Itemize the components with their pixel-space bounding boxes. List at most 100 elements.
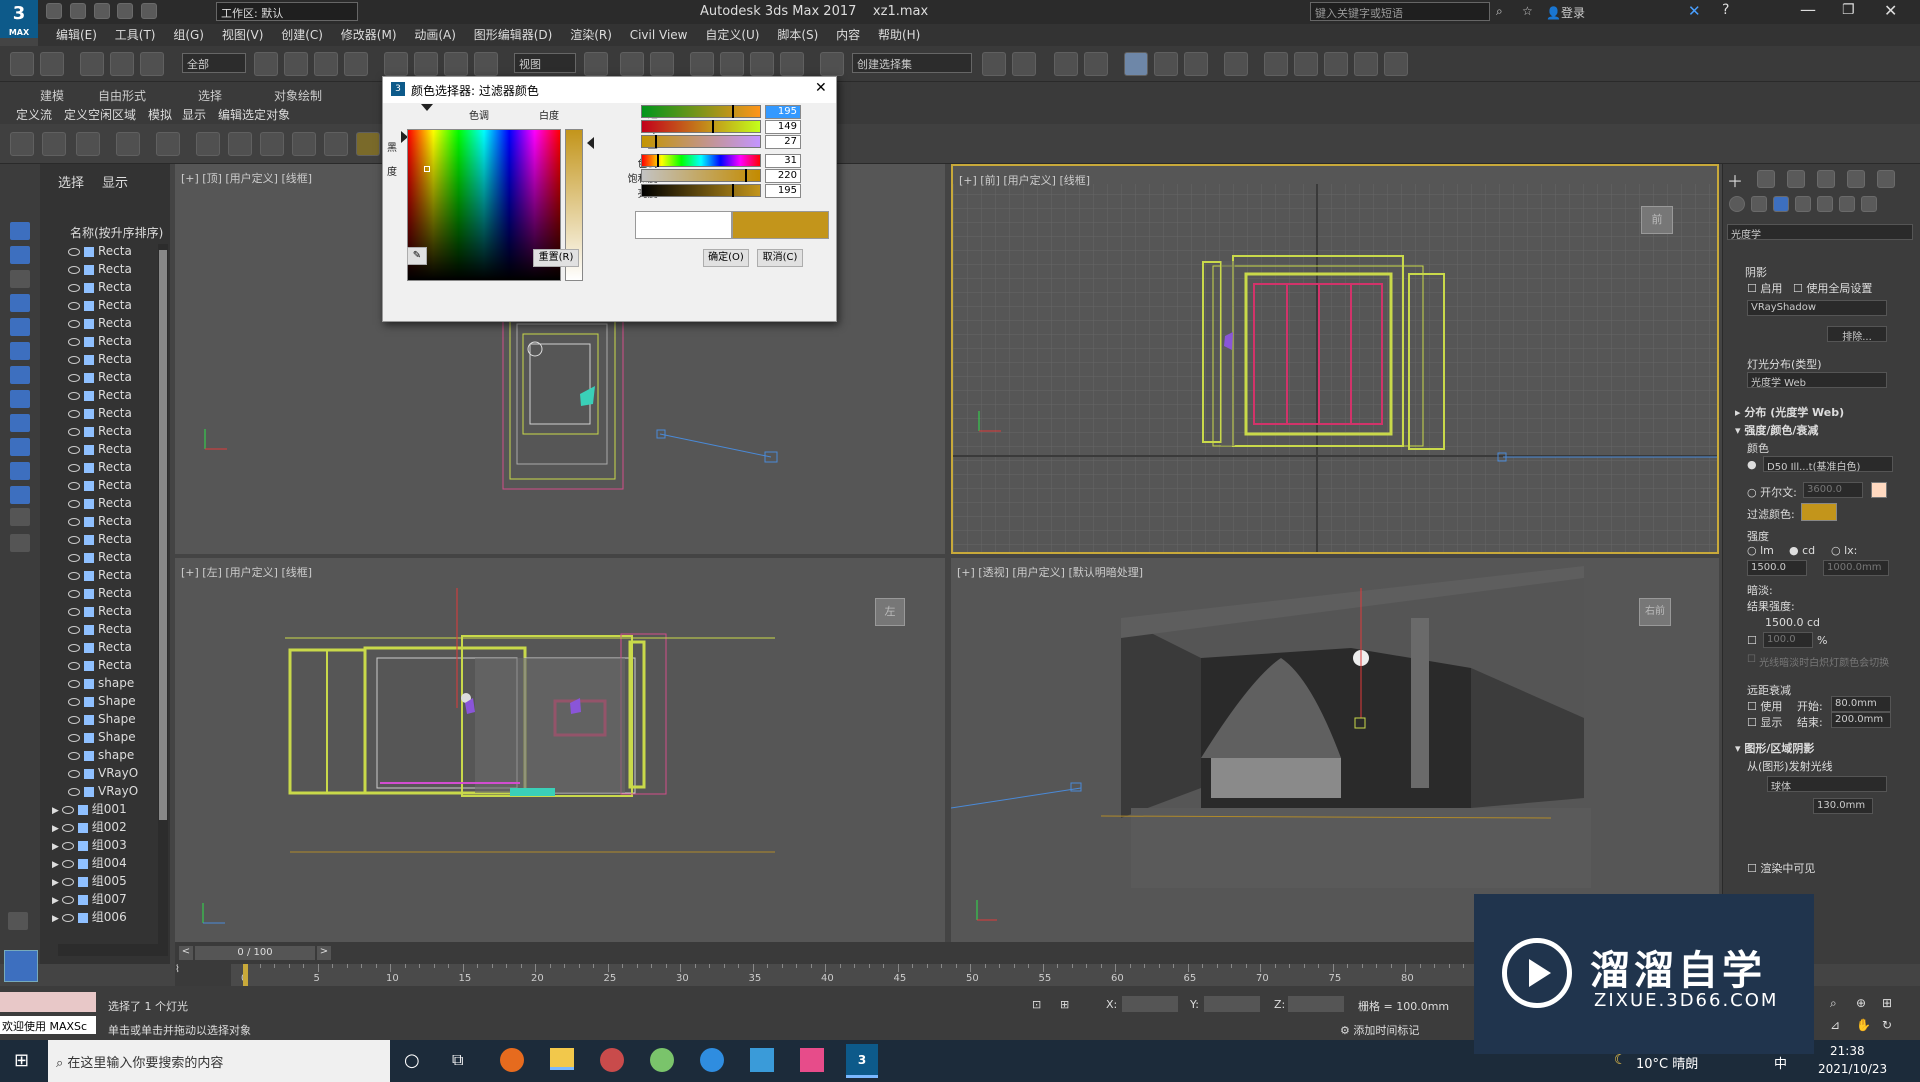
ribbon-sub-define-flow[interactable]: 定义流 xyxy=(16,106,52,123)
scene-list-item[interactable]: Recta xyxy=(68,458,132,476)
menu-group[interactable]: 组(G) xyxy=(173,24,204,46)
filter-color-swatch[interactable] xyxy=(1801,503,1837,521)
minimize-button[interactable]: — xyxy=(1800,0,1816,19)
visibility-eye-icon[interactable] xyxy=(68,679,80,688)
visibility-eye-icon[interactable] xyxy=(61,823,74,832)
menu-create[interactable]: 创建(C) xyxy=(281,24,323,46)
scene-list-item[interactable]: ▶ 组007 xyxy=(52,890,127,908)
move-icon[interactable] xyxy=(384,52,408,76)
menu-modifiers[interactable]: 修改器(M) xyxy=(341,24,397,46)
select-by-name-icon[interactable] xyxy=(284,52,308,76)
green-input[interactable]: 149 xyxy=(765,120,801,134)
selection-filter-dropdown[interactable]: 全部 xyxy=(182,53,246,73)
visibility-eye-icon[interactable] xyxy=(68,283,80,292)
visibility-eye-icon[interactable] xyxy=(68,463,80,472)
expand-group-icon[interactable]: ▶ xyxy=(52,806,62,816)
spacewarp-filter-icon[interactable] xyxy=(10,342,30,360)
expand-group-icon[interactable]: ▶ xyxy=(52,914,62,924)
shadow-enable-checkbox[interactable]: ☐ 启用 xyxy=(1747,280,1782,296)
visibility-eye-icon[interactable] xyxy=(68,787,80,796)
visibility-eye-icon[interactable] xyxy=(68,769,80,778)
cancel-button[interactable]: 取消(C) xyxy=(757,249,803,267)
dim-checkbox[interactable]: ☐ xyxy=(1747,634,1757,647)
maxscript-listener[interactable] xyxy=(0,992,96,1012)
visibility-eye-icon[interactable] xyxy=(61,805,74,814)
redo-icon[interactable] xyxy=(141,3,158,19)
scene-list-item[interactable]: Recta xyxy=(68,278,132,296)
end-input[interactable]: 200.0mm xyxy=(1831,712,1891,728)
undo-icon[interactable] xyxy=(117,3,134,19)
visibility-eye-icon[interactable] xyxy=(61,859,74,868)
dim-percent-input[interactable]: 100.0 xyxy=(1763,632,1813,648)
lx-distance-input[interactable]: 1000.0mm xyxy=(1823,560,1889,576)
ribbon-sub-define-idle[interactable]: 定义空闲区域 xyxy=(64,106,136,123)
curve-toggle-icon[interactable]: ⌇ xyxy=(175,964,189,978)
value-slider[interactable] xyxy=(641,184,761,197)
time-slider[interactable]: 0 / 100 xyxy=(195,946,315,960)
scene-list-item[interactable]: Recta xyxy=(68,314,132,332)
cloud-icon[interactable] xyxy=(42,132,66,156)
value-slider-thumb[interactable] xyxy=(732,184,734,197)
scene-list-item[interactable]: ▶ 组003 xyxy=(52,836,127,854)
menu-rendering[interactable]: 渲染(R) xyxy=(570,24,612,46)
eyedropper-icon[interactable]: ✎ xyxy=(407,247,427,265)
scene-list-item[interactable]: Recta xyxy=(68,368,132,386)
visibility-eye-icon[interactable] xyxy=(68,625,80,634)
rendered-frame-icon[interactable] xyxy=(1294,52,1318,76)
rotate-icon[interactable] xyxy=(414,52,438,76)
scene-list-item[interactable]: Shape xyxy=(68,710,136,728)
lights-icon[interactable] xyxy=(1773,196,1789,212)
emit-shape-dropdown[interactable]: 球体 xyxy=(1767,776,1887,793)
light-filter-icon[interactable] xyxy=(10,270,30,288)
visibility-eye-icon[interactable] xyxy=(61,877,74,886)
picture-icon[interactable] xyxy=(76,132,100,156)
clock-time[interactable]: 21:38 xyxy=(1830,1044,1865,1058)
angle-snap-icon[interactable] xyxy=(720,52,744,76)
ref-coord-dropdown[interactable]: 视图 xyxy=(514,53,576,73)
visibility-eye-icon[interactable] xyxy=(68,733,80,742)
expand-arrow-icon[interactable] xyxy=(8,912,28,930)
sphere-icon[interactable] xyxy=(260,132,284,156)
scene-list-item[interactable]: ▶ 组006 xyxy=(52,908,127,926)
visibility-eye-icon[interactable] xyxy=(68,607,80,616)
zoom-all-icon[interactable]: ⊕ xyxy=(1856,996,1866,1010)
frozen-filter-icon[interactable] xyxy=(10,462,30,480)
render-iterative-icon[interactable] xyxy=(1354,52,1378,76)
scene-list-item[interactable]: ▶ 组004 xyxy=(52,854,127,872)
blue-slider[interactable] xyxy=(641,135,761,148)
help-icon[interactable]: ? xyxy=(1722,2,1729,18)
filter-icon[interactable] xyxy=(10,534,30,552)
scene-list-item[interactable]: Recta xyxy=(68,404,132,422)
shadow-type-dropdown[interactable]: VRayShadow xyxy=(1747,300,1887,316)
render-production-icon[interactable] xyxy=(1324,52,1348,76)
keyboard-shortcut-icon[interactable] xyxy=(650,52,674,76)
scene-list-item[interactable]: shape xyxy=(68,746,134,764)
menu-civil-view[interactable]: Civil View xyxy=(630,24,688,46)
star-icon[interactable]: ☆ xyxy=(1522,4,1533,18)
ribbon-toggle-icon[interactable] xyxy=(1124,52,1148,76)
scene-list-item[interactable]: Shape xyxy=(68,692,136,710)
x-coord-input[interactable] xyxy=(1122,996,1178,1012)
radius-input[interactable]: 130.0mm xyxy=(1813,798,1873,814)
app-icon-1[interactable] xyxy=(600,1048,624,1072)
geometry-filter-icon[interactable] xyxy=(10,246,30,264)
firefox-icon[interactable] xyxy=(500,1048,524,1072)
scene-scrollbar[interactable] xyxy=(158,244,168,944)
expand-group-icon[interactable]: ▶ xyxy=(52,896,62,906)
visibility-eye-icon[interactable] xyxy=(61,841,74,850)
blue-slider-thumb[interactable] xyxy=(655,135,657,148)
visibility-eye-icon[interactable] xyxy=(68,661,80,670)
start-input[interactable]: 80.0mm xyxy=(1831,696,1891,712)
viewport-perspective[interactable]: [+] [透视] [用户定义] [默认明暗处理] 右前 xyxy=(951,558,1719,942)
saturation-input[interactable]: 220 xyxy=(765,169,801,183)
ribbon-tab-object-paint[interactable]: 对象绘制 xyxy=(274,87,322,104)
render-visible-checkbox[interactable]: ☐ 渲染中可见 xyxy=(1747,860,1815,876)
render-cloud-icon[interactable] xyxy=(1384,52,1408,76)
group-filter-icon[interactable] xyxy=(10,366,30,384)
open-file-icon[interactable] xyxy=(69,3,86,19)
visibility-eye-icon[interactable] xyxy=(68,427,80,436)
category-dropdown[interactable]: 光度学 xyxy=(1727,224,1913,241)
scene-list-item[interactable]: ▶ 组005 xyxy=(52,872,127,890)
bind-spacewarp-icon[interactable] xyxy=(140,52,164,76)
current-frame-marker[interactable] xyxy=(243,964,248,986)
